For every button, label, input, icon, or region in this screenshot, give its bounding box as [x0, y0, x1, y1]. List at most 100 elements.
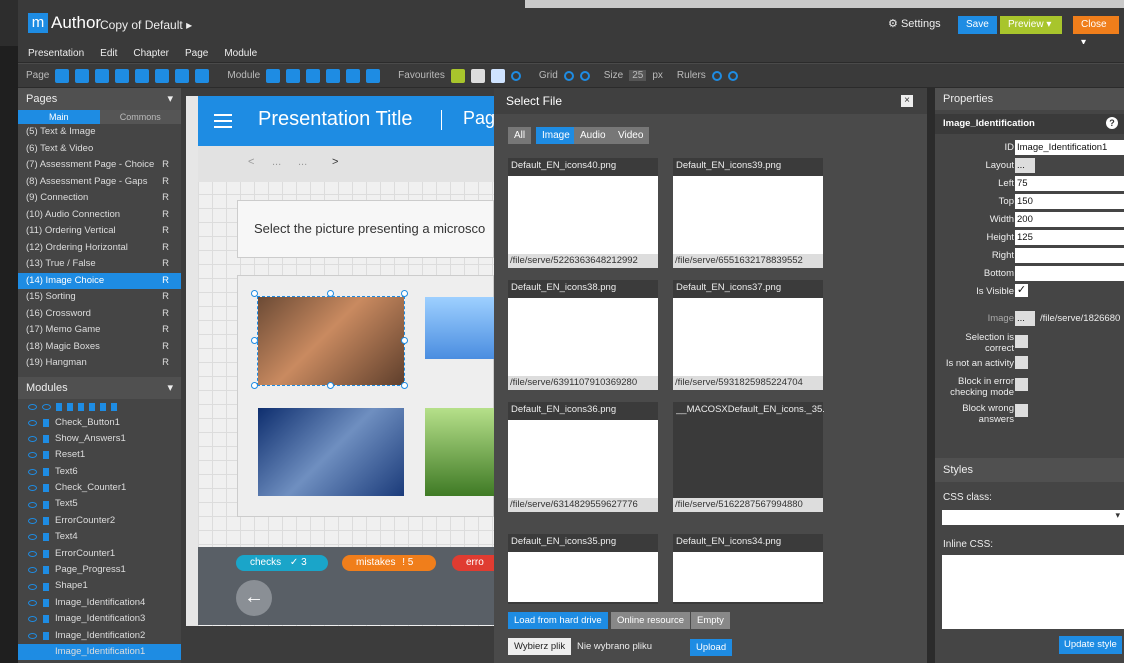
module-list-item[interactable]: Text5 [18, 496, 181, 512]
rulers-refresh-icon[interactable] [727, 70, 738, 81]
bottom-field[interactable] [1015, 266, 1124, 281]
lock-icon[interactable] [43, 517, 49, 526]
module-list-item[interactable]: Shape1 [18, 578, 181, 594]
visibility-icon[interactable] [28, 649, 37, 656]
favourite-image-icon[interactable] [450, 68, 465, 83]
group-icon[interactable] [326, 68, 341, 83]
favourite-gear-icon[interactable] [510, 70, 521, 81]
file-card[interactable]: Default_EN_icons35.png [508, 534, 658, 604]
visibility-icon[interactable] [28, 583, 37, 590]
arrow-up-icon[interactable] [175, 68, 190, 83]
pages-header[interactable]: Pages ▾ [18, 88, 181, 110]
page-list-item[interactable]: (5) Text & Image [18, 124, 181, 141]
visibility-icon[interactable] [28, 468, 37, 475]
image-browse-button[interactable]: ... [1015, 311, 1035, 326]
add-page-icon[interactable] [55, 68, 70, 83]
page-list-item[interactable]: (15) Sorting R [18, 289, 181, 306]
lock-icon[interactable] [43, 566, 49, 575]
lock-icon[interactable] [43, 615, 49, 624]
close-button[interactable]: Close ▾ [1073, 16, 1119, 48]
lock-all-icon[interactable] [56, 402, 62, 411]
module-list-item[interactable]: Image_Identification1 [18, 643, 181, 661]
left-field[interactable]: 75 [1015, 176, 1124, 191]
file-card[interactable]: Default_EN_icons40.png/file/serve/522636… [508, 158, 658, 268]
resize-handle[interactable] [401, 382, 408, 389]
visibility-icon[interactable] [28, 419, 37, 426]
resize-handle[interactable] [327, 290, 334, 297]
module-list-item[interactable]: Image_Identification4 [18, 595, 181, 611]
undo-icon[interactable] [266, 68, 281, 83]
page-list-item[interactable]: (8) Assessment Page - Gaps R [18, 174, 181, 191]
visibility-icon[interactable] [28, 632, 37, 639]
distribute-icon[interactable] [366, 68, 381, 83]
nav-prev[interactable]: < [248, 156, 254, 168]
lock-icon[interactable] [43, 582, 49, 591]
resize-handle[interactable] [401, 337, 408, 344]
visibility-icon[interactable] [28, 436, 37, 443]
hamburger-icon[interactable] [214, 114, 232, 128]
microscope-image[interactable] [258, 408, 404, 496]
selection-correct-checkbox[interactable] [1015, 335, 1028, 348]
filter-image[interactable]: Image [536, 127, 576, 144]
module-list-item[interactable]: Check_Button1 [18, 415, 181, 431]
page-list-item[interactable]: (19) Hangman R [18, 355, 181, 372]
css-class-select[interactable]: ▾ [942, 510, 1124, 525]
lock-icon[interactable] [43, 418, 49, 427]
visibility-icon[interactable] [28, 452, 37, 459]
favourite-text-icon[interactable] [470, 68, 485, 83]
rulers-toggle-icon[interactable] [711, 70, 722, 81]
delete-page-icon[interactable] [95, 68, 110, 83]
inline-css-textarea[interactable] [942, 555, 1124, 629]
visibility-icon[interactable] [28, 485, 37, 492]
unlock-all-icon[interactable] [67, 402, 73, 411]
lock-icon[interactable] [43, 484, 49, 493]
move-down-icon[interactable] [89, 402, 95, 411]
settings-button[interactable]: ⚙ Settings [888, 17, 941, 30]
module-list-item[interactable]: Image_Identification3 [18, 611, 181, 627]
resize-handle[interactable] [251, 290, 258, 297]
redo-icon[interactable] [286, 68, 301, 83]
leaf-image[interactable] [425, 408, 494, 496]
lock-icon[interactable] [43, 631, 49, 640]
module-list-item[interactable]: Reset1 [18, 447, 181, 463]
visibility-icon[interactable] [28, 501, 37, 508]
module-list-item[interactable]: ErrorCounter2 [18, 513, 181, 529]
duplicate-page-icon[interactable] [135, 68, 150, 83]
lock-icon[interactable] [43, 549, 49, 558]
module-list-item[interactable]: Check_Counter1 [18, 480, 181, 496]
menu-chapter[interactable]: Chapter [133, 48, 169, 59]
resize-handle[interactable] [251, 337, 258, 344]
page-list-item[interactable]: (6) Text & Video [18, 141, 181, 158]
visibility-icon[interactable] [28, 534, 37, 541]
load-from-hard-drive-button[interactable]: Load from hard drive [508, 612, 608, 629]
preview-button[interactable]: Preview ▾ [1000, 16, 1062, 34]
page-list-item[interactable]: (12) Ordering Horizontal R [18, 240, 181, 257]
grid-refresh-icon[interactable] [579, 70, 590, 81]
lock-icon[interactable] [43, 451, 49, 460]
lock-icon[interactable] [43, 467, 49, 476]
not-activity-checkbox[interactable] [1015, 356, 1028, 369]
page-list-item[interactable]: (17) Memo Game R [18, 322, 181, 339]
move-up-icon[interactable] [78, 402, 84, 411]
favourite-abc-icon[interactable] [490, 68, 505, 83]
page-settings-icon[interactable] [115, 68, 130, 83]
online-resource-button[interactable]: Online resource [611, 612, 691, 629]
hide-all-icon[interactable] [42, 403, 51, 410]
file-card[interactable]: Default_EN_icons34.png [673, 534, 823, 604]
lock-icon[interactable] [43, 598, 49, 607]
file-card[interactable]: __MACOSXDefault_EN_icons._35.png/file/se… [673, 402, 824, 512]
filter-all[interactable]: All [508, 127, 532, 144]
page-list-item[interactable]: (16) Crossword R [18, 306, 181, 323]
module-list-item[interactable]: Image_Identification2 [18, 628, 181, 644]
upload-button[interactable]: Upload [690, 639, 733, 656]
page-list-item[interactable]: (10) Audio Connection R [18, 207, 181, 224]
arrow-down-icon[interactable] [195, 68, 210, 83]
module-list-item[interactable]: Page_Progress1 [18, 562, 181, 578]
page-list-item[interactable]: (11) Ordering Vertical R [18, 223, 181, 240]
tab-commons[interactable]: Commons [99, 110, 181, 124]
visibility-icon[interactable] [28, 616, 37, 623]
visibility-icon[interactable] [28, 550, 37, 557]
height-field[interactable]: 125 [1015, 230, 1124, 245]
empty-button[interactable]: Empty [691, 612, 730, 629]
document-title[interactable]: Copy of Default ▸ [100, 18, 192, 32]
